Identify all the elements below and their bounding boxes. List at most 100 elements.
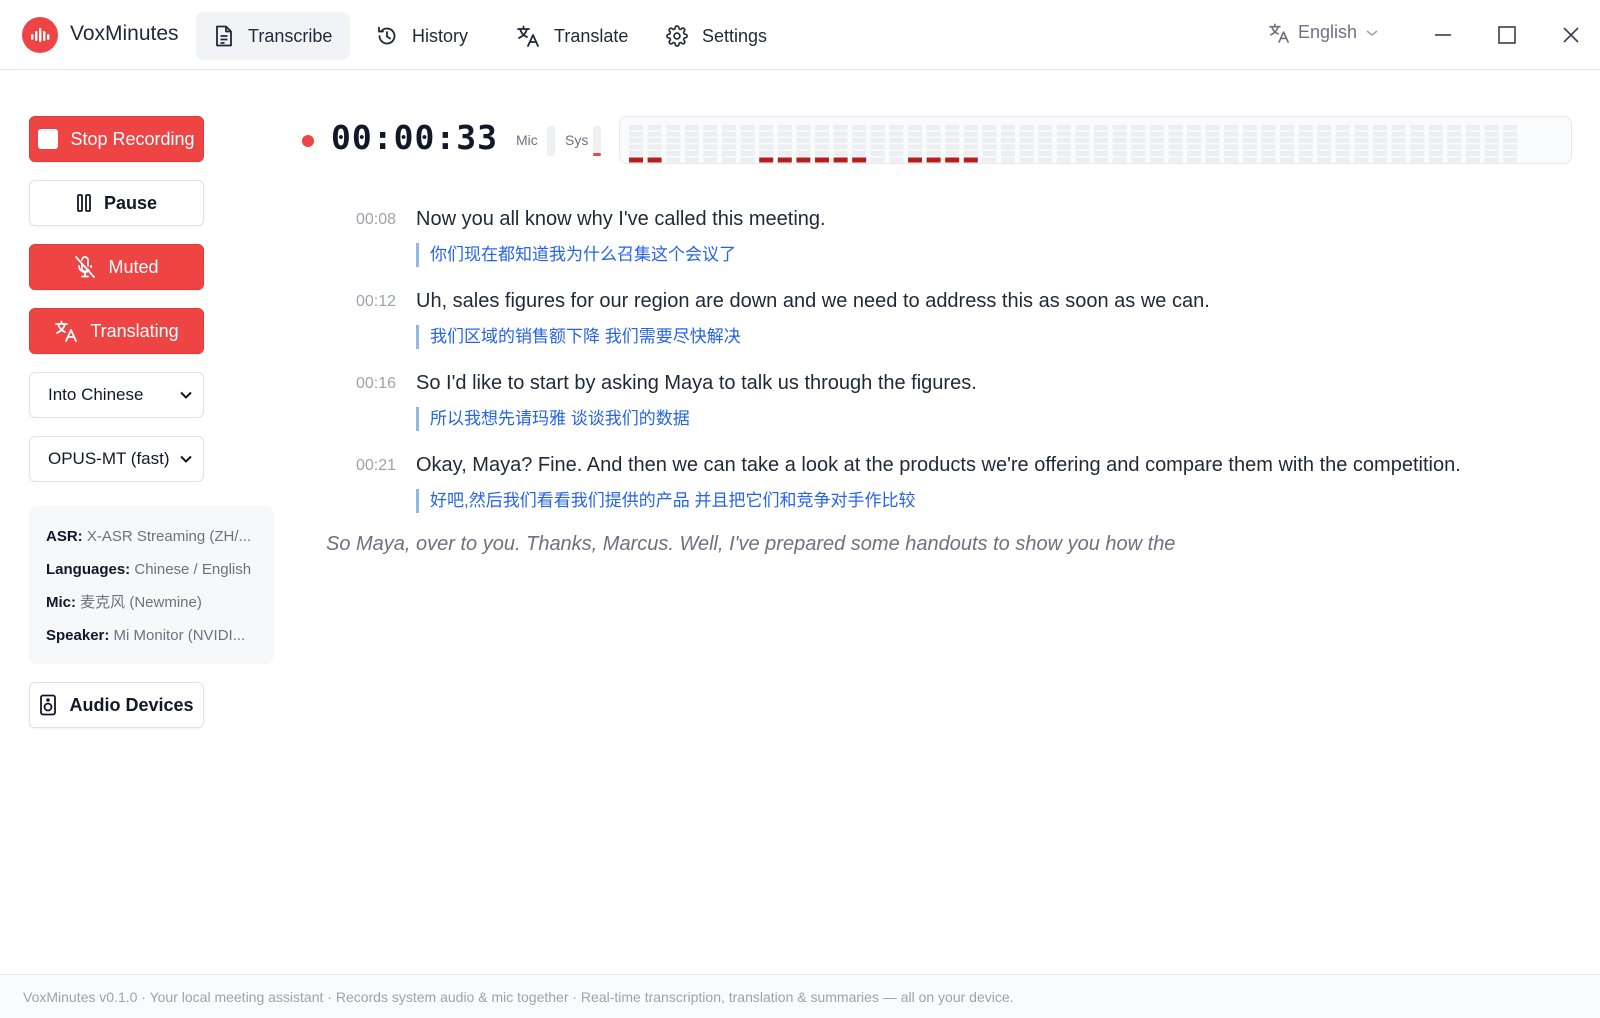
- waveform-cell: [1056, 125, 1071, 130]
- waveform-cell: [1391, 125, 1406, 130]
- waveform-cell: [1466, 151, 1480, 156]
- waveform-cell: [1298, 125, 1313, 130]
- waveform-cell: [1484, 131, 1499, 137]
- waveform-cell: [647, 131, 662, 137]
- app-name: VoxMinutes: [70, 22, 179, 45]
- waveform-cell: [1131, 157, 1146, 163]
- waveform-cell: [666, 131, 681, 137]
- waveform-cell: [1391, 138, 1406, 143]
- waveform-cell: [1019, 138, 1034, 143]
- waveform-level-mark: [796, 157, 811, 163]
- translation-model-select[interactable]: OPUS-MT (fast): [29, 436, 204, 482]
- waveform-cell: [1280, 131, 1294, 137]
- session-info-panel: ASR: X-ASR Streaming (ZH/... Languages: …: [29, 506, 274, 664]
- waveform-cell: [1428, 157, 1443, 163]
- waveform-cell: [1503, 157, 1518, 163]
- waveform-cell: [1094, 144, 1108, 150]
- waveform-cell: [963, 125, 978, 130]
- audio-devices-label: Audio Devices: [69, 694, 194, 715]
- waveform-cell: [629, 151, 643, 156]
- waveform-cell: [759, 144, 774, 150]
- audio-devices-button[interactable]: Audio Devices: [29, 682, 204, 728]
- segment-timestamp: 00:16: [356, 375, 397, 392]
- language-select[interactable]: English: [1268, 22, 1379, 43]
- waveform-cell: [1038, 157, 1053, 163]
- translate-icon: [1269, 23, 1289, 43]
- waveform-cell: [1224, 125, 1239, 130]
- waveform-cell: [796, 125, 811, 130]
- tab-settings[interactable]: Settings: [648, 12, 785, 60]
- waveform-level-mark: [945, 157, 960, 163]
- waveform-cell: [703, 157, 718, 163]
- waveform-cell: [1242, 131, 1257, 137]
- close-icon: [1563, 27, 1579, 43]
- waveform-cell: [759, 125, 774, 130]
- waveform-cell: [629, 144, 643, 150]
- segment-text: Okay, Maya? Fine. And then we can take a…: [416, 454, 1461, 476]
- close-button[interactable]: [1560, 24, 1582, 46]
- minimize-button[interactable]: [1432, 24, 1454, 46]
- waveform-cell: [629, 138, 643, 143]
- waveform-cell: [963, 151, 978, 156]
- mute-toggle-button[interactable]: Muted: [29, 244, 204, 290]
- waveform-cell: [1466, 131, 1480, 137]
- waveform-cell: [1242, 138, 1257, 143]
- waveform-cell: [908, 125, 922, 130]
- waveform-cell: [1335, 138, 1350, 143]
- waveform-cell: [1410, 144, 1425, 150]
- waveform-cell: [1391, 151, 1406, 156]
- waveform-cell: [945, 125, 960, 130]
- tab-history[interactable]: History: [358, 12, 486, 60]
- waveform-cell: [1094, 125, 1108, 130]
- waveform-cell: [1187, 144, 1201, 150]
- waveform-cell: [703, 138, 718, 143]
- segment-translation: 我们区域的销售额下降 我们需要尽快解决: [416, 325, 741, 349]
- waveform-cell: [703, 151, 718, 156]
- document-icon: [216, 25, 232, 47]
- waveform-cell: [1428, 144, 1443, 150]
- waveform-cell: [1261, 157, 1276, 163]
- waveform-cell: [666, 125, 681, 130]
- maximize-button[interactable]: [1496, 24, 1518, 46]
- waveform-cell: [852, 131, 867, 137]
- translating-toggle-button[interactable]: Translating: [29, 308, 204, 354]
- waveform-cell: [1354, 151, 1369, 156]
- waveform-cell: [666, 138, 681, 143]
- waveform-cell: [684, 144, 699, 150]
- stop-recording-button[interactable]: Stop Recording: [29, 116, 204, 162]
- waveform-cell: [1261, 125, 1276, 130]
- pause-button[interactable]: Pause: [29, 180, 204, 226]
- waveform-cell: [796, 131, 811, 137]
- tab-translate[interactable]: Translate: [498, 12, 646, 60]
- maximize-icon: [1498, 26, 1516, 44]
- waveform-cell: [796, 144, 811, 150]
- waveform-cell: [1484, 151, 1499, 156]
- waveform-cell: [1317, 144, 1332, 150]
- waveform-cell: [1242, 125, 1257, 130]
- waveform-cell: [1168, 157, 1183, 163]
- waveform-cell: [1205, 144, 1220, 150]
- waveform-cell: [870, 125, 885, 130]
- waveform-cell: [1019, 144, 1034, 150]
- tab-history-label: History: [412, 25, 469, 46]
- waveform-cell: [1075, 144, 1090, 150]
- waveform-cell: [1224, 157, 1239, 163]
- waveform-cell: [740, 131, 755, 137]
- waveform-cell: [1056, 131, 1071, 137]
- waveform-cell: [722, 131, 736, 137]
- waveform-cell: [1168, 151, 1183, 156]
- history-icon: [378, 26, 396, 45]
- waveform-cell: [1410, 131, 1425, 137]
- waveform-cell: [1428, 151, 1443, 156]
- waveform-cell: [1373, 157, 1387, 163]
- tab-transcribe[interactable]: Transcribe: [196, 12, 351, 60]
- stop-recording-label: Stop Recording: [70, 128, 195, 149]
- waveform-cell: [740, 144, 755, 150]
- waveform-cell: [852, 144, 867, 150]
- waveform-cell: [1187, 157, 1201, 163]
- target-language-select[interactable]: Into Chinese: [29, 372, 204, 418]
- waveform-cell: [1261, 138, 1276, 143]
- waveform-cell: [815, 144, 829, 150]
- waveform-cell: [684, 157, 699, 163]
- waveform-cell: [1261, 144, 1276, 150]
